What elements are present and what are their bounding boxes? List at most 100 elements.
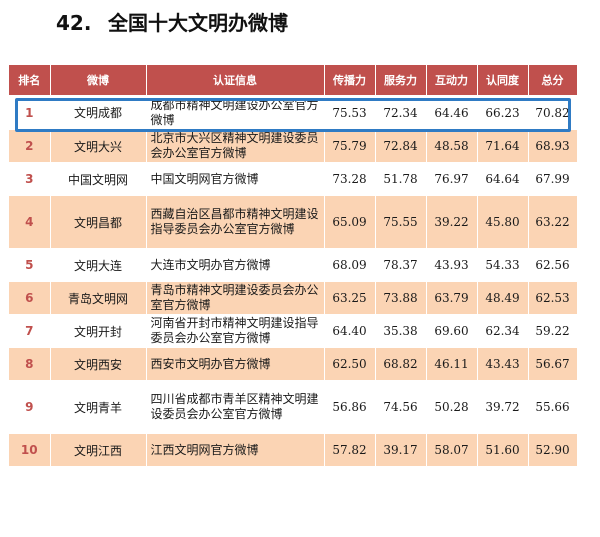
certification-cell: 西安市文明办官方微博: [146, 347, 325, 381]
spread-score-cell: 62.50: [324, 347, 376, 381]
spread-score-cell: 68.09: [324, 248, 376, 282]
service-score-cell: 75.55: [375, 195, 427, 249]
approval-score-cell: 51.60: [477, 433, 529, 467]
header-rank: 排名: [9, 65, 51, 96]
weibo-name-cell: 文明大兴: [50, 129, 147, 163]
service-score-cell: 74.56: [375, 380, 427, 434]
interaction-score-cell: 48.58: [426, 129, 478, 163]
total-score-cell: 68.93: [528, 129, 578, 163]
rank-cell: 8: [9, 347, 51, 381]
rank-cell: 10: [9, 433, 51, 467]
service-score-cell: 51.78: [375, 162, 427, 196]
weibo-name-cell: 文明开封: [50, 314, 147, 348]
table-row: 6 青岛文明网 青岛市精神文明建设委员会办公室官方微博 63.25 73.88 63.79…: [9, 281, 578, 315]
certification-cell: 大连市文明办官方微博: [146, 248, 325, 282]
table-row: 5 文明大连 大连市文明办官方微博 68.09 78.37 43.93 54.33 62.56: [9, 248, 578, 282]
interaction-score-cell: 39.22: [426, 195, 478, 249]
header-interaction: 互动力: [426, 65, 478, 96]
weibo-name-cell: 文明成都: [50, 95, 147, 130]
weibo-name-cell: 文明江西: [50, 433, 147, 467]
table-row: 1 文明成都 成都市精神文明建设办公室官方微博 75.53 72.34 64.46 66.2…: [9, 95, 578, 130]
page-title: 42. 全国十大文明办微博: [56, 8, 288, 38]
spread-score-cell: 63.25: [324, 281, 376, 315]
table-row: 7 文明开封 河南省开封市精神文明建设指导委员会办公室官方微博 64.40 35.38 6…: [9, 314, 578, 348]
weibo-name-cell: 文明大连: [50, 248, 147, 282]
rank-cell: 2: [9, 129, 51, 163]
service-score-cell: 39.17: [375, 433, 427, 467]
certification-cell: 青岛市精神文明建设委员会办公室官方微博: [146, 281, 325, 315]
service-score-cell: 72.34: [375, 95, 427, 130]
interaction-score-cell: 50.28: [426, 380, 478, 434]
certification-cell: 河南省开封市精神文明建设指导委员会办公室官方微博: [146, 314, 325, 348]
interaction-score-cell: 76.97: [426, 162, 478, 196]
approval-score-cell: 43.43: [477, 347, 529, 381]
header-weibo: 微博: [50, 65, 147, 96]
approval-score-cell: 39.72: [477, 380, 529, 434]
header-total: 总分: [528, 65, 578, 96]
service-score-cell: 72.84: [375, 129, 427, 163]
spread-score-cell: 75.53: [324, 95, 376, 130]
spread-score-cell: 56.86: [324, 380, 376, 434]
certification-cell: 江西文明网官方微博: [146, 433, 325, 467]
table-body: 1 文明成都 成都市精神文明建设办公室官方微博 75.53 72.34 64.46 66.2…: [9, 95, 578, 467]
table-header-row: 排名 微博 认证信息 传播力 服务力 互动力 认同度 总分: [9, 65, 578, 96]
interaction-score-cell: 46.11: [426, 347, 478, 381]
interaction-score-cell: 43.93: [426, 248, 478, 282]
weibo-name-cell: 文明西安: [50, 347, 147, 381]
total-score-cell: 62.53: [528, 281, 578, 315]
certification-cell: 北京市大兴区精神文明建设委员会办公室官方微博: [146, 129, 325, 163]
approval-score-cell: 45.80: [477, 195, 529, 249]
total-score-cell: 70.82: [528, 95, 578, 130]
title-text: 全国十大文明办微博: [108, 11, 288, 35]
total-score-cell: 55.66: [528, 380, 578, 434]
total-score-cell: 56.67: [528, 347, 578, 381]
total-score-cell: 63.22: [528, 195, 578, 249]
approval-score-cell: 71.64: [477, 129, 529, 163]
approval-score-cell: 62.34: [477, 314, 529, 348]
spread-score-cell: 64.40: [324, 314, 376, 348]
table-row: 3 中国文明网 中国文明网官方微博 73.28 51.78 76.97 64.64 67.99: [9, 162, 578, 196]
spread-score-cell: 75.79: [324, 129, 376, 163]
service-score-cell: 78.37: [375, 248, 427, 282]
approval-score-cell: 48.49: [477, 281, 529, 315]
header-service: 服务力: [375, 65, 427, 96]
approval-score-cell: 66.23: [477, 95, 529, 130]
total-score-cell: 52.90: [528, 433, 578, 467]
header-spread: 传播力: [324, 65, 376, 96]
interaction-score-cell: 64.46: [426, 95, 478, 130]
rank-cell: 3: [9, 162, 51, 196]
total-score-cell: 59.22: [528, 314, 578, 348]
certification-cell: 西藏自治区昌都市精神文明建设指导委员会办公室官方微博: [146, 195, 325, 249]
header-certification: 认证信息: [146, 65, 325, 96]
table-row: 4 文明昌都 西藏自治区昌都市精神文明建设指导委员会办公室官方微博 65.09 75.5…: [9, 195, 578, 249]
table-row: 10 文明江西 江西文明网官方微博 57.82 39.17 58.07 51.60 52.90: [9, 433, 578, 467]
rank-cell: 9: [9, 380, 51, 434]
title-number: 42.: [56, 11, 92, 35]
ranking-table: 排名 微博 认证信息 传播力 服务力 互动力 认同度 总分 1 文明成都 成都市精神…: [9, 65, 578, 467]
rank-cell: 6: [9, 281, 51, 315]
header-approval: 认同度: [477, 65, 529, 96]
rank-cell: 5: [9, 248, 51, 282]
rank-cell: 7: [9, 314, 51, 348]
certification-cell: 成都市精神文明建设办公室官方微博: [146, 95, 325, 130]
spread-score-cell: 73.28: [324, 162, 376, 196]
spread-score-cell: 57.82: [324, 433, 376, 467]
interaction-score-cell: 63.79: [426, 281, 478, 315]
total-score-cell: 62.56: [528, 248, 578, 282]
interaction-score-cell: 58.07: [426, 433, 478, 467]
weibo-name-cell: 青岛文明网: [50, 281, 147, 315]
weibo-name-cell: 文明昌都: [50, 195, 147, 249]
certification-cell: 四川省成都市青羊区精神文明建设委员会办公室官方微博: [146, 380, 325, 434]
approval-score-cell: 54.33: [477, 248, 529, 282]
rank-cell: 1: [9, 95, 51, 130]
table-row: 9 文明青羊 四川省成都市青羊区精神文明建设委员会办公室官方微博 56.86 74.56…: [9, 380, 578, 434]
interaction-score-cell: 69.60: [426, 314, 478, 348]
total-score-cell: 67.99: [528, 162, 578, 196]
service-score-cell: 73.88: [375, 281, 427, 315]
service-score-cell: 68.82: [375, 347, 427, 381]
service-score-cell: 35.38: [375, 314, 427, 348]
approval-score-cell: 64.64: [477, 162, 529, 196]
spread-score-cell: 65.09: [324, 195, 376, 249]
weibo-name-cell: 中国文明网: [50, 162, 147, 196]
table-row: 8 文明西安 西安市文明办官方微博 62.50 68.82 46.11 43.43 56.67: [9, 347, 578, 381]
